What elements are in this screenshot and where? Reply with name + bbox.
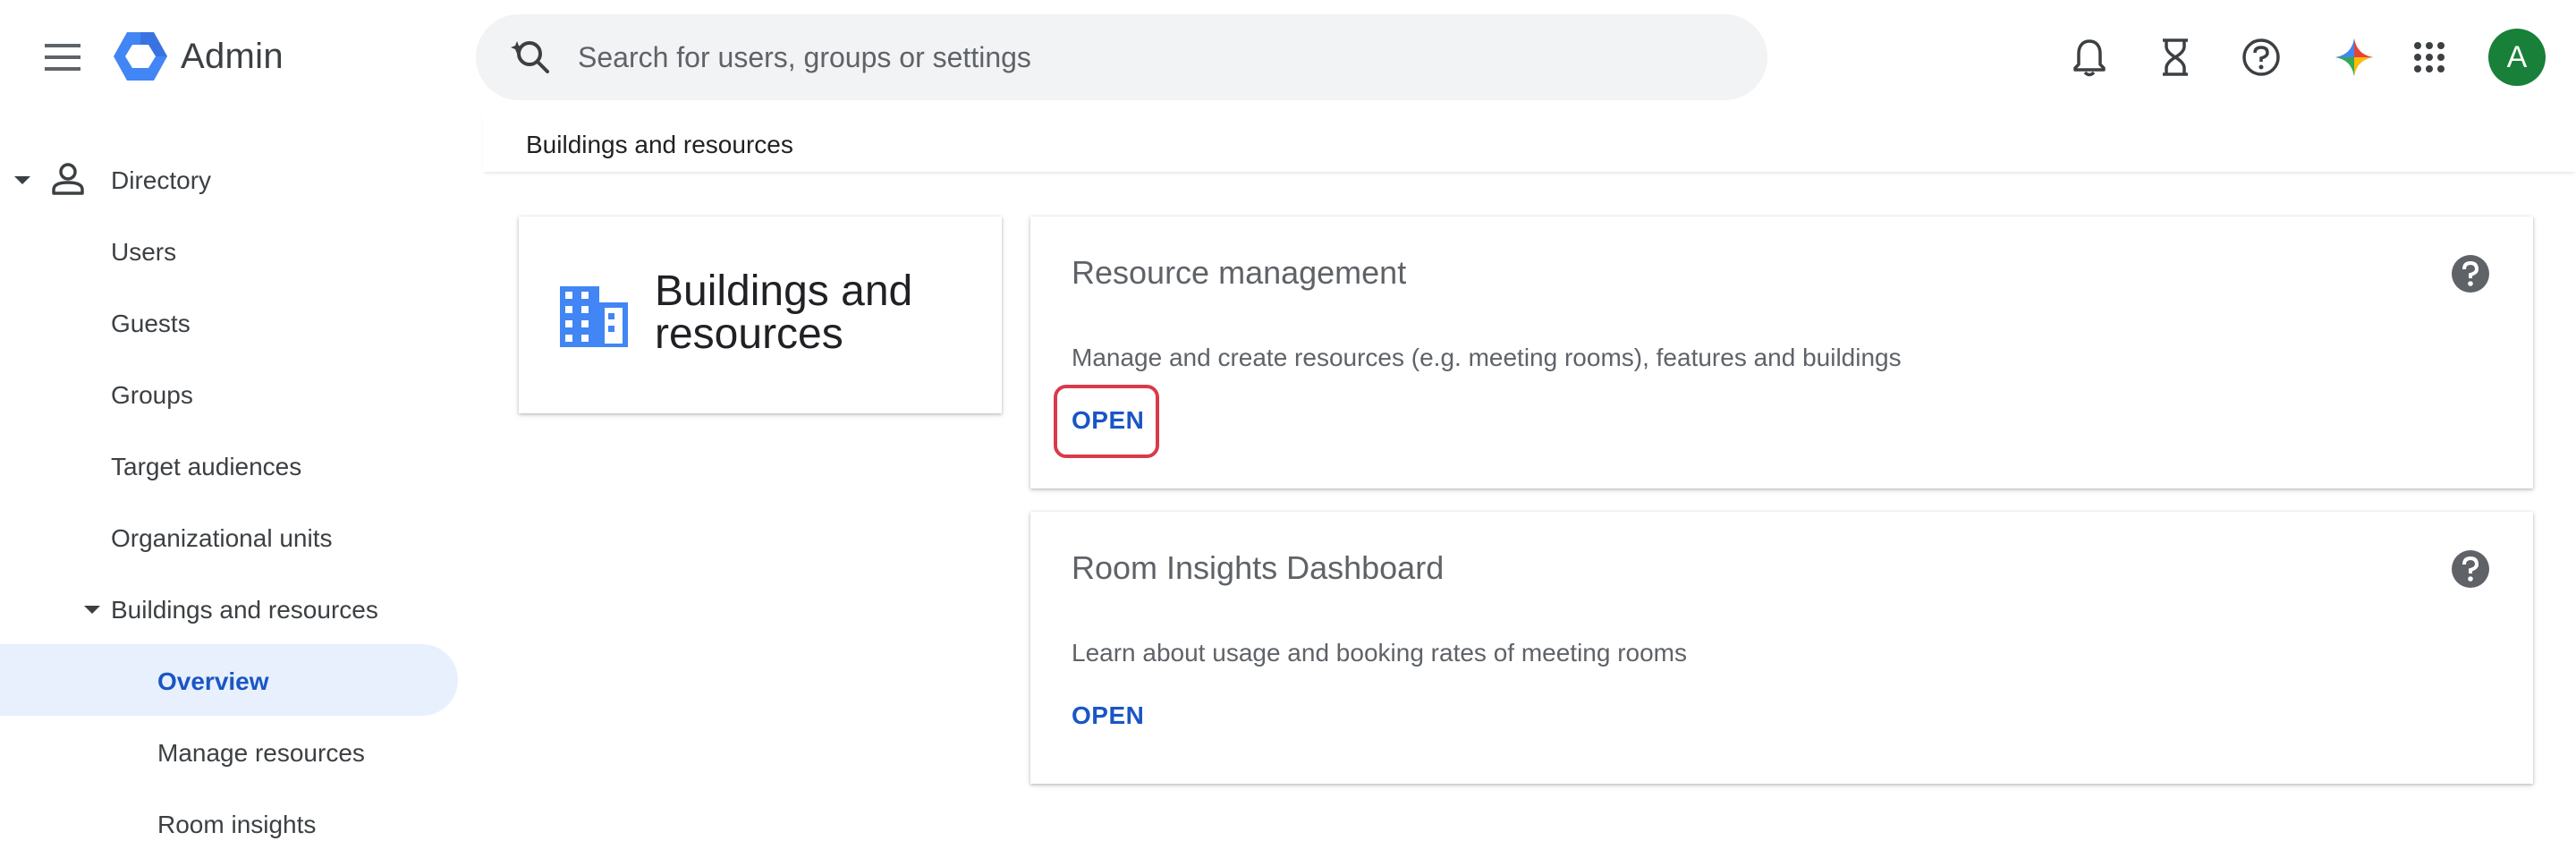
card-title: Room Insights Dashboard — [1072, 549, 1445, 586]
breadcrumb: Buildings and resources — [526, 131, 793, 158]
notifications-button[interactable] — [2066, 34, 2113, 81]
sidebar-item-groups[interactable]: Groups — [111, 381, 193, 410]
admin-logo-icon — [114, 32, 167, 81]
apps-grid-icon — [2414, 42, 2445, 72]
sidebar-item-label: Guests — [111, 310, 191, 337]
notifications-bell-icon — [2073, 39, 2106, 77]
sidebar-item-directory[interactable]: Directory — [111, 166, 211, 195]
help-icon[interactable] — [2449, 548, 2492, 590]
sidebar-item-label: Users — [111, 238, 177, 266]
search-bar[interactable] — [476, 14, 1767, 100]
sidebar-item-manage-resources[interactable]: Manage resources — [157, 739, 365, 768]
gemini-sparkle-icon — [2335, 38, 2373, 76]
card-title: Resource management — [1072, 254, 1407, 291]
sidebar-item-label: Room insights — [157, 811, 317, 838]
building-icon — [560, 286, 628, 347]
help-icon[interactable] — [2449, 252, 2492, 295]
breadcrumb-bar — [483, 111, 2576, 172]
directory-person-icon-wrap — [48, 159, 88, 199]
collapse-directory-toggle[interactable] — [13, 170, 32, 190]
sidebar-item-users[interactable]: Users — [111, 238, 176, 267]
apps-button[interactable] — [2406, 34, 2453, 81]
sidebar-item-label: Directory — [111, 166, 212, 194]
collapse-buildings-toggle[interactable] — [82, 599, 102, 619]
open-room-insights-button[interactable]: OPEN — [1072, 701, 1144, 730]
section-title: Buildings and resources — [655, 268, 913, 358]
account-avatar[interactable]: A — [2488, 29, 2546, 86]
room-insights-card: Room Insights Dashboard Learn about usag… — [1030, 512, 2533, 784]
sidebar-item-label: Buildings and resources — [111, 596, 378, 624]
sidebar-item-guests[interactable]: Guests — [111, 310, 191, 338]
sidebar-item-label: Manage resources — [157, 739, 365, 767]
sidebar-item-room-insights[interactable]: Room insights — [157, 811, 316, 839]
help-button[interactable] — [2238, 34, 2284, 81]
resource-management-card: Resource management Manage and create re… — [1030, 217, 2533, 488]
caret-down-icon — [84, 606, 100, 614]
sidebar-item-target-audiences[interactable]: Target audiences — [111, 453, 301, 481]
card-description: Manage and create resources (e.g. meetin… — [1072, 344, 1902, 371]
caret-down-icon — [14, 176, 30, 184]
search-icon — [511, 41, 549, 73]
sidebar-item-buildings-and-resources[interactable]: Buildings and resources — [111, 596, 378, 624]
person-icon — [52, 163, 84, 195]
card-description: Learn about usage and booking rates of m… — [1072, 639, 1688, 667]
sidebar-item-label: Target audiences — [111, 453, 302, 480]
tasks-button[interactable] — [2152, 34, 2199, 81]
sidebar-item-overview-text[interactable]: Overview — [157, 667, 269, 696]
help-icon — [2242, 38, 2280, 76]
sidebar-item-label: Groups — [111, 381, 193, 409]
search-input[interactable] — [576, 39, 1653, 75]
main-menu-button[interactable] — [36, 32, 89, 82]
sidebar-item-label: Organizational units — [111, 524, 333, 552]
tasks-hourglass-icon — [2163, 38, 2188, 76]
menu-icon — [45, 44, 80, 71]
gemini-button[interactable] — [2331, 34, 2377, 81]
app-name: Admin — [181, 36, 284, 76]
open-resource-management-button[interactable]: OPEN — [1072, 406, 1144, 435]
avatar-initial: A — [2506, 39, 2528, 74]
sidebar-item-label: Overview — [157, 667, 269, 695]
admin-logo[interactable]: Admin — [113, 27, 284, 86]
sidebar-item-organizational-units[interactable]: Organizational units — [111, 524, 332, 553]
section-title-card: Buildings and resources — [519, 217, 1002, 413]
